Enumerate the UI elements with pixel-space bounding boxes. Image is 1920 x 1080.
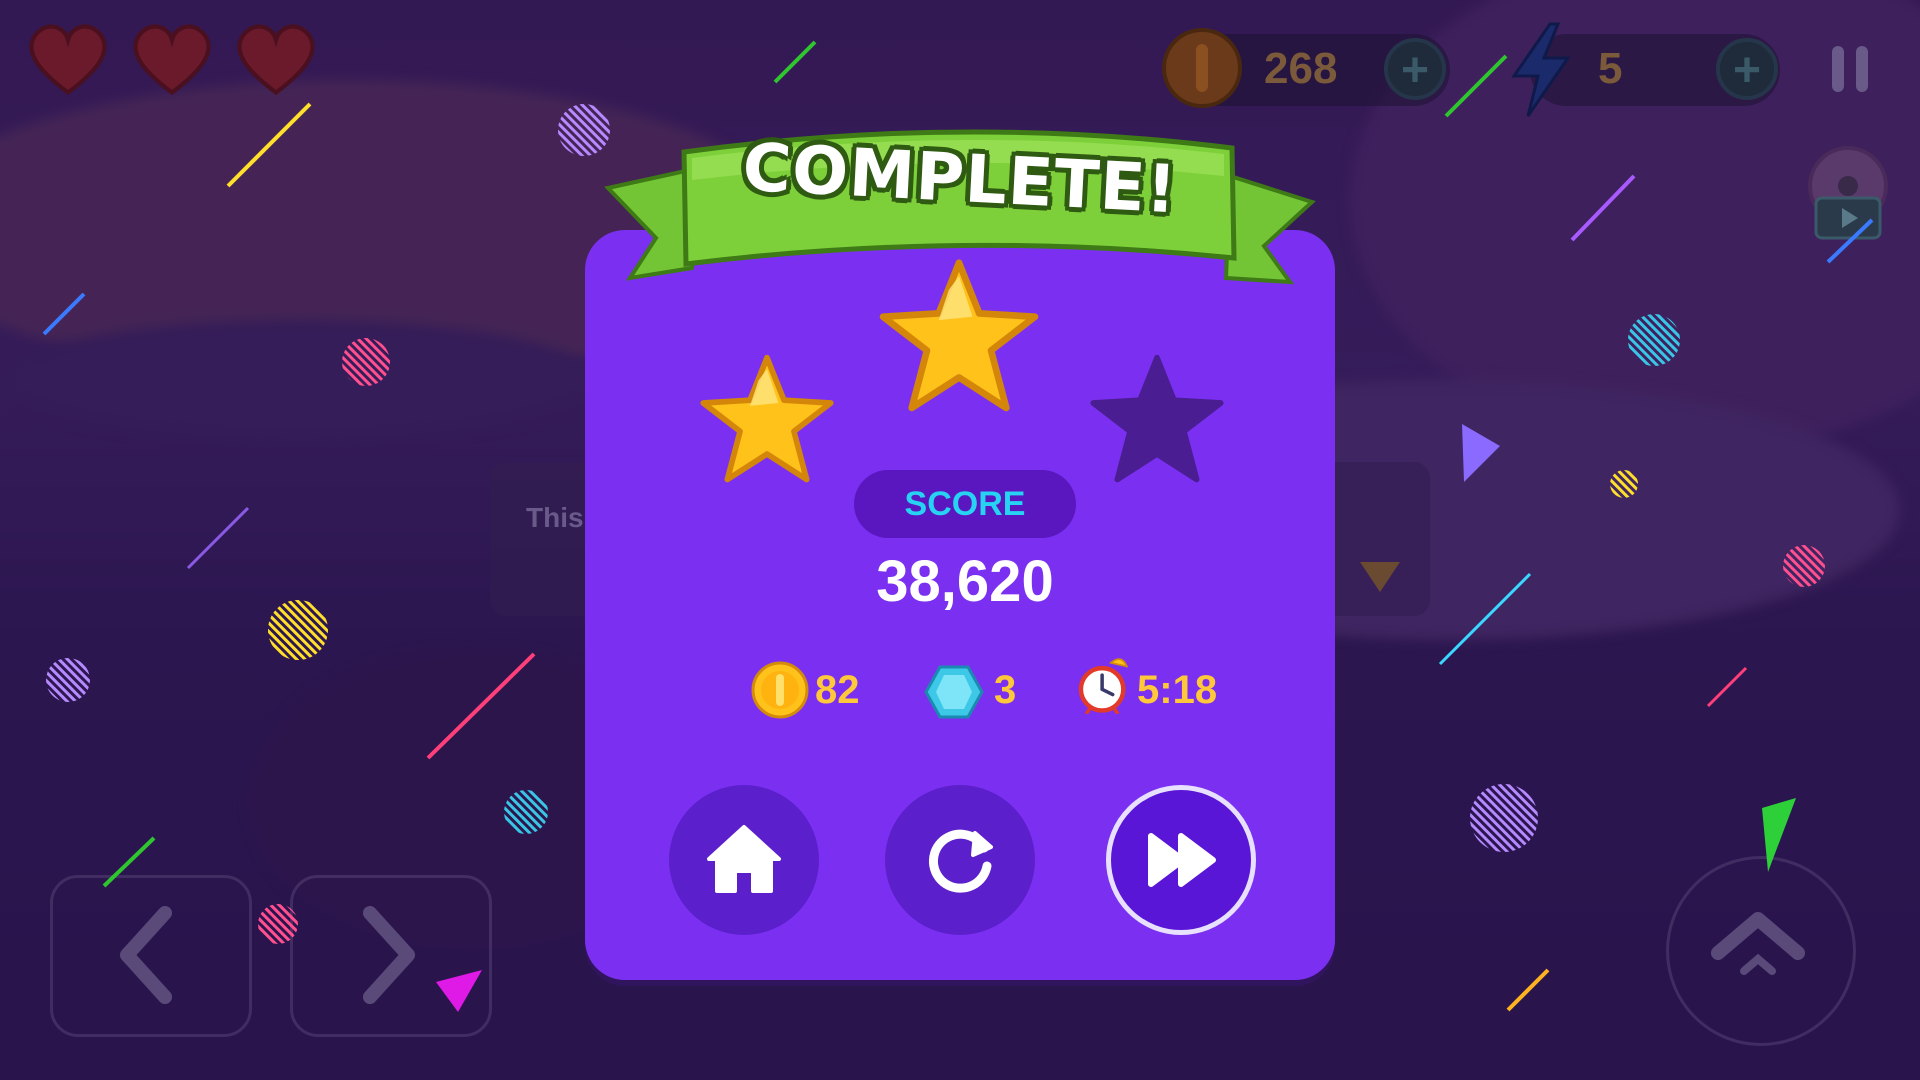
replay-button[interactable] [885,785,1035,935]
star-empty-icon [1090,354,1224,483]
alarm-clock-icon [1078,658,1129,714]
restart-icon [929,829,993,893]
star-icon [700,354,834,483]
star-icon [879,259,1039,412]
fast-forward-icon [1148,833,1216,887]
next-level-button[interactable] [1106,785,1256,935]
score-value: 38,620 [876,549,1054,614]
home-button[interactable] [669,785,819,935]
coins-earned: 82 [815,668,860,712]
score-label: SCORE [854,470,1076,538]
gem-icon [924,665,984,719]
gems-earned: 3 [994,668,1017,712]
coin-icon [751,661,809,719]
home-icon [707,825,781,893]
time-elapsed: 5:18 [1137,668,1218,712]
